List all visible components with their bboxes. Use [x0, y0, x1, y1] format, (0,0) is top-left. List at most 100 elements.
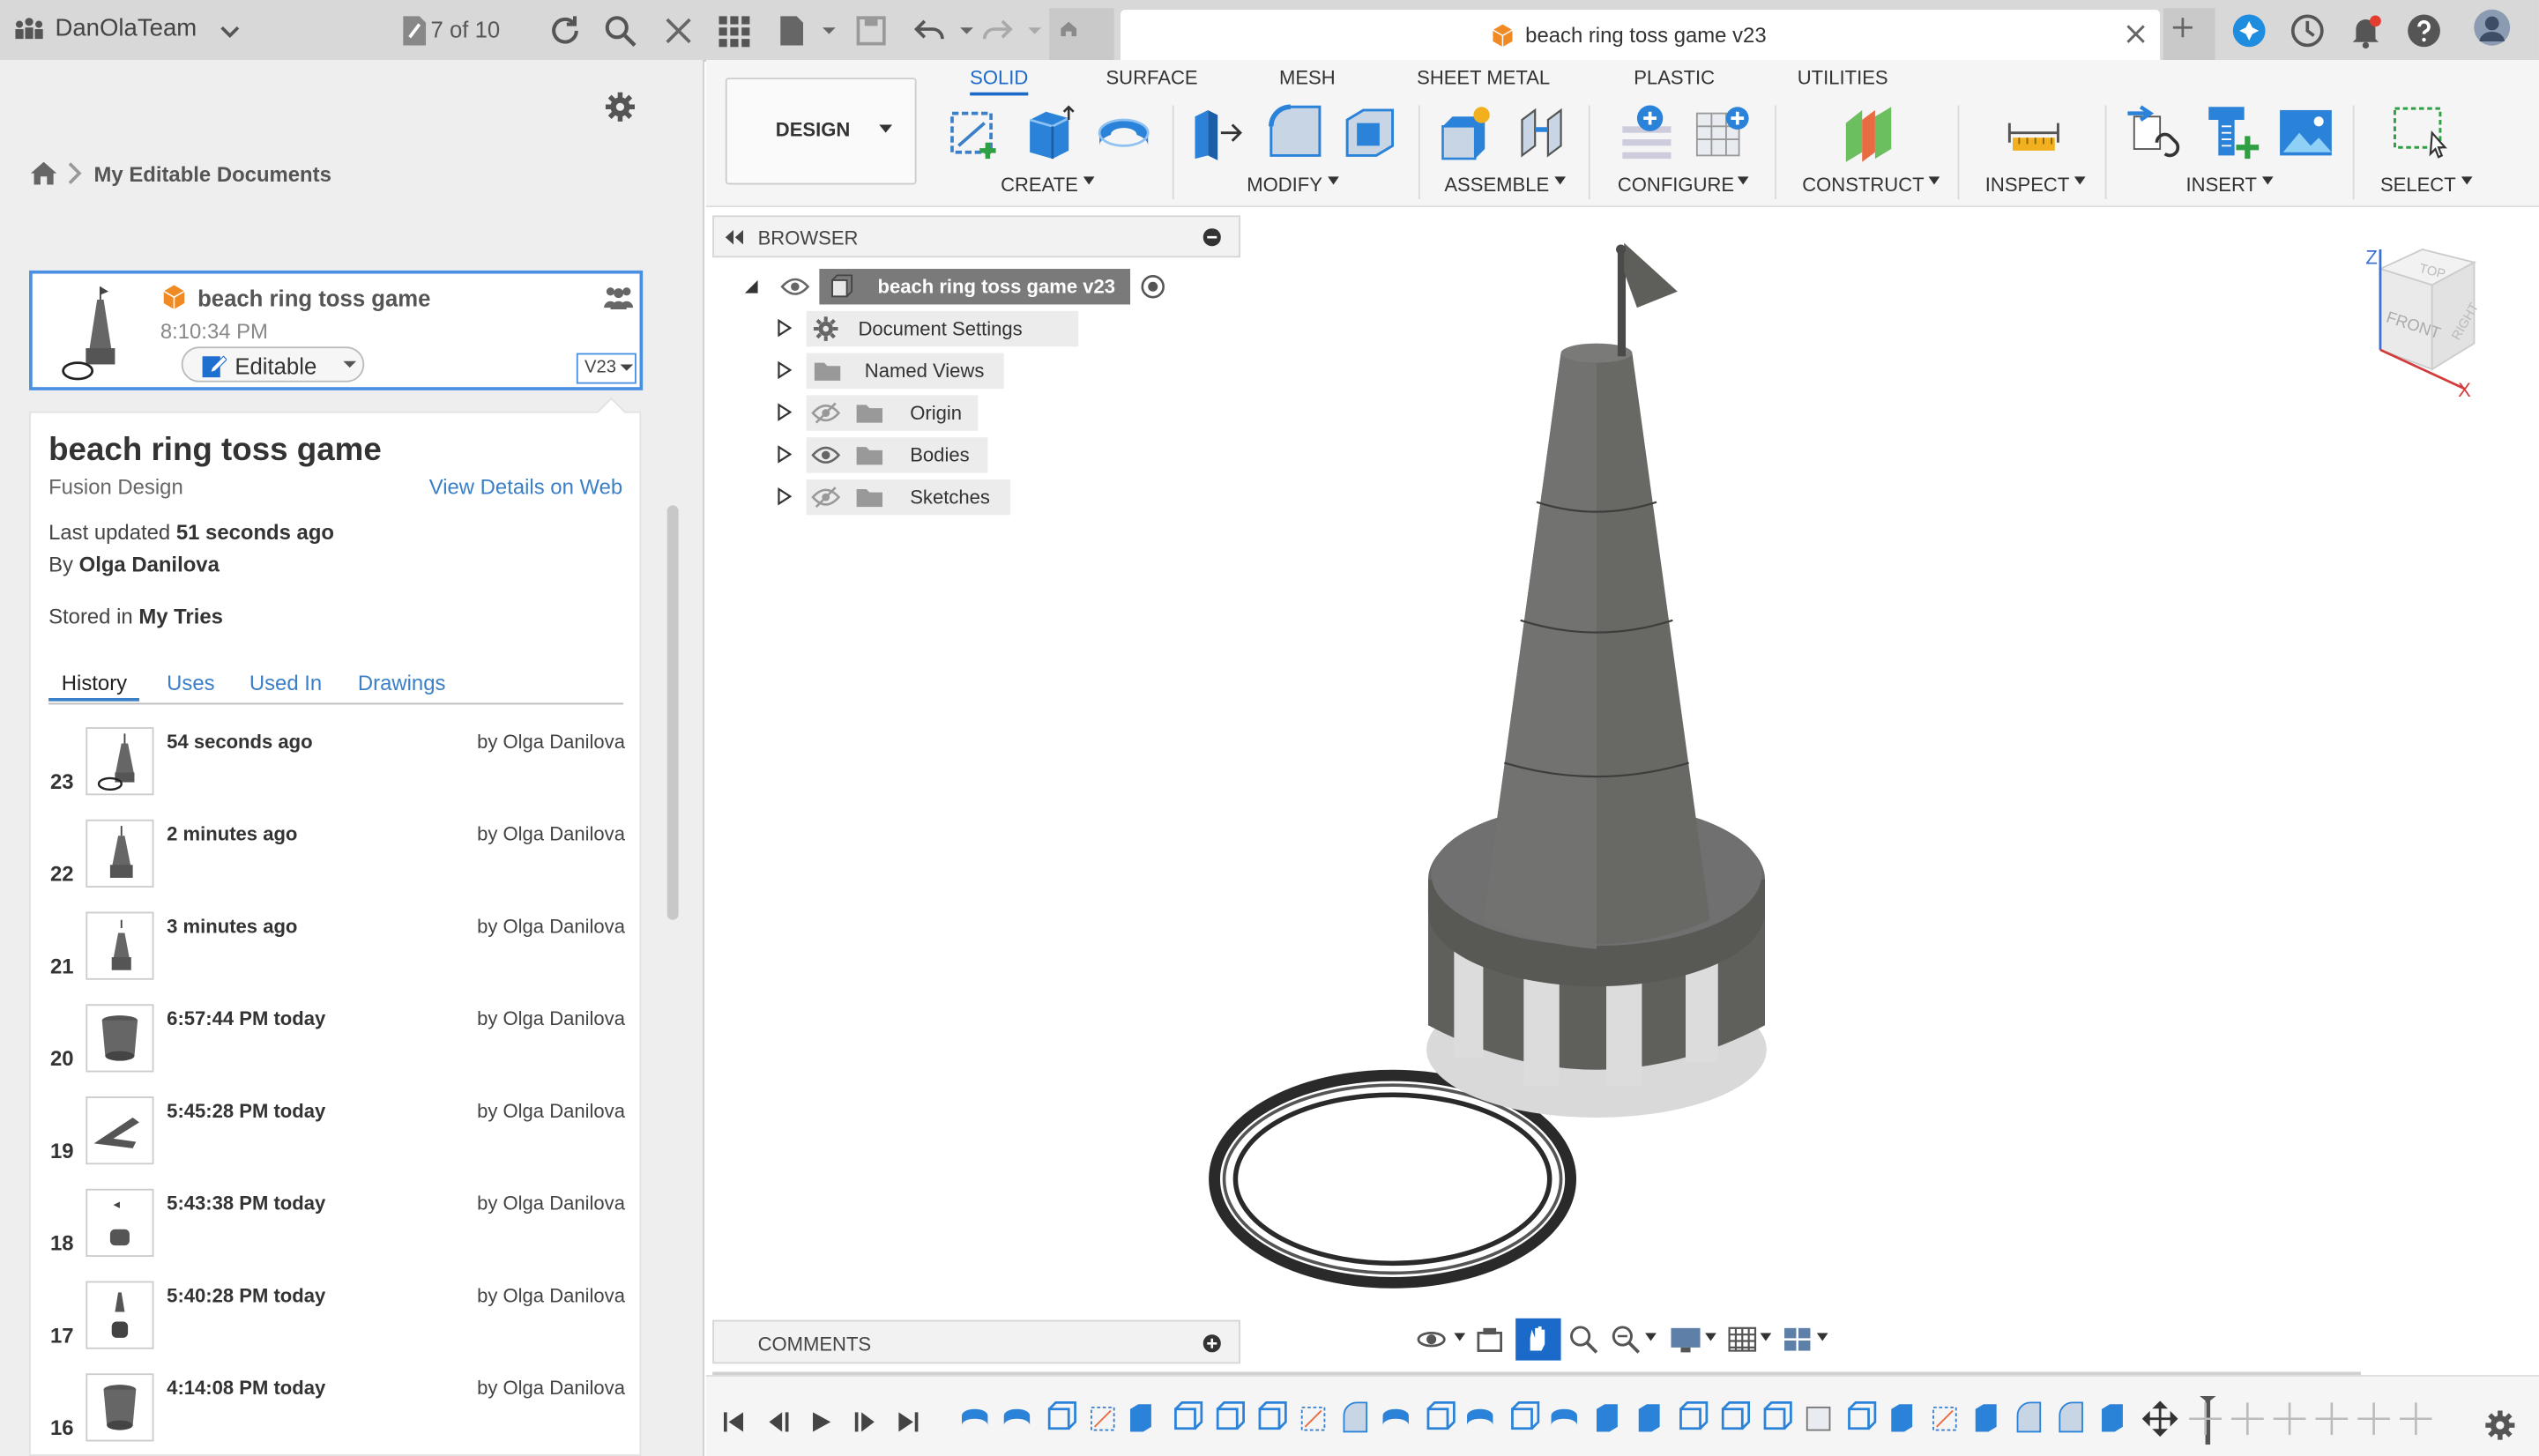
history-row[interactable]: 16 4:14:08 PM today by Olga Danilova [31, 1373, 643, 1456]
insert-derive-icon[interactable] [2125, 104, 2183, 162]
new-component-icon[interactable] [1436, 104, 1494, 162]
editable-dropdown[interactable]: Editable [181, 346, 365, 383]
app-grid-icon[interactable] [714, 11, 753, 50]
version-file-icon[interactable] [395, 11, 434, 50]
tab-solid[interactable]: SOLID [970, 66, 1029, 96]
tab-drawings[interactable]: Drawings [358, 671, 446, 695]
zoom-icon[interactable] [1567, 1323, 1600, 1356]
timeline-features[interactable] [958, 1396, 2432, 1445]
shell-icon[interactable] [1341, 104, 1399, 162]
document-card[interactable]: beach ring toss game 8:10:34 PM Editable… [29, 270, 644, 390]
visibility-eye-icon[interactable] [811, 444, 841, 467]
tree-collapse-icon[interactable] [743, 279, 759, 294]
search-icon[interactable] [600, 11, 639, 50]
step-back-icon[interactable] [768, 1409, 791, 1435]
viewports-icon[interactable] [1781, 1323, 1813, 1356]
team-name[interactable]: DanOlaTeam [55, 15, 197, 42]
pan-icon[interactable] [1515, 1318, 1561, 1361]
job-status-icon[interactable] [2288, 11, 2327, 50]
tree-expand-icon[interactable] [778, 360, 793, 379]
notifications-icon[interactable] [2346, 11, 2385, 50]
stored-in-value[interactable]: My Tries [138, 604, 223, 628]
tab-utilities[interactable]: UTILITIES [1798, 66, 1888, 89]
assemble-menu[interactable]: ASSEMBLE [1444, 174, 1549, 197]
new-tab-icon[interactable] [2163, 8, 2215, 60]
gear-icon[interactable] [604, 91, 637, 123]
save-icon[interactable] [852, 11, 890, 50]
version-select[interactable]: V23 [576, 353, 637, 384]
browser-minimize-icon[interactable] [1202, 228, 1221, 247]
press-pull-icon[interactable] [1188, 104, 1247, 162]
caret-down-icon[interactable] [1454, 1333, 1466, 1342]
step-forward-icon[interactable] [853, 1409, 876, 1435]
create-menu[interactable]: CREATE [1001, 174, 1078, 197]
extrude-icon[interactable] [1020, 104, 1078, 162]
configure-menu[interactable]: CONFIGURE [1618, 174, 1734, 197]
tree-expand-icon[interactable] [778, 445, 793, 464]
help-icon[interactable] [2404, 11, 2443, 50]
play-icon[interactable] [809, 1409, 832, 1435]
configure-icon[interactable] [1618, 104, 1676, 162]
home-tab[interactable] [1049, 8, 1114, 60]
select-icon[interactable] [2390, 104, 2448, 162]
revolve-icon[interactable] [1095, 104, 1153, 162]
caret-down-icon[interactable] [1760, 1333, 1772, 1342]
add-comment-icon[interactable] [1202, 1334, 1221, 1353]
modify-menu[interactable]: MODIFY [1247, 174, 1322, 197]
go-to-start-icon[interactable] [722, 1409, 745, 1435]
team-grid-icon[interactable] [10, 11, 48, 50]
close-icon[interactable] [659, 11, 698, 50]
caret-down-icon[interactable] [1645, 1333, 1657, 1342]
redo-dropdown-icon[interactable] [1016, 11, 1041, 50]
tree-expand-icon[interactable] [778, 319, 793, 338]
insert-menu[interactable]: INSERT [2186, 174, 2257, 197]
tab-uses[interactable]: Uses [167, 671, 214, 695]
user-avatar[interactable] [2473, 8, 2518, 53]
grid-settings-icon[interactable] [1726, 1323, 1759, 1356]
redo-icon[interactable] [978, 11, 1016, 50]
viewcube[interactable]: TOP FRONT RIGHT Z X [2357, 243, 2503, 405]
offset-plane-icon[interactable] [1839, 104, 1897, 162]
tab-used-in[interactable]: Used In [249, 671, 322, 695]
timeline-settings-gear-icon[interactable] [2483, 1409, 2516, 1442]
close-tab-icon[interactable] [2125, 23, 2148, 46]
fillet-icon[interactable] [1266, 104, 1324, 162]
look-at-icon[interactable] [1473, 1323, 1506, 1356]
tree-expand-icon[interactable] [778, 487, 793, 506]
extensions-icon[interactable] [2230, 11, 2268, 50]
refresh-icon[interactable] [546, 11, 584, 50]
joint-icon[interactable] [1512, 104, 1570, 162]
panel-scrollbar[interactable] [666, 505, 679, 920]
create-sketch-icon[interactable] [946, 104, 1004, 162]
measure-icon[interactable] [2005, 104, 2063, 162]
caret-down-icon[interactable] [1705, 1333, 1716, 1342]
collapse-browser-icon[interactable] [724, 229, 744, 245]
workspace-switcher[interactable]: DESIGN [725, 78, 917, 185]
tab-mesh[interactable]: MESH [1279, 66, 1336, 89]
tab-history[interactable]: History [48, 671, 140, 702]
shared-users-icon[interactable] [602, 285, 635, 310]
tree-expand-icon[interactable] [778, 403, 793, 421]
display-settings-icon[interactable] [1668, 1323, 1703, 1356]
construct-menu[interactable]: CONSTRUCT [1802, 174, 1924, 197]
home-icon[interactable] [29, 159, 58, 188]
comments-panel[interactable]: COMMENTS [712, 1319, 1240, 1364]
hidden-eye-icon[interactable] [811, 402, 841, 425]
select-menu[interactable]: SELECT [2380, 174, 2456, 197]
orbit-icon[interactable] [1415, 1323, 1448, 1356]
document-tab[interactable]: beach ring toss game v23 [1120, 10, 2161, 60]
inspect-menu[interactable]: INSPECT [1985, 174, 2070, 197]
file-menu-icon[interactable] [774, 11, 813, 50]
tab-sheet-metal[interactable]: SHEET METAL [1417, 66, 1550, 89]
file-dropdown-icon[interactable] [809, 11, 836, 50]
insert-canvas-icon[interactable] [2276, 104, 2334, 162]
breadcrumb[interactable]: My Editable Documents [94, 162, 331, 187]
undo-dropdown-icon[interactable] [947, 11, 973, 50]
go-to-end-icon[interactable] [897, 1409, 920, 1435]
chevron-down-icon[interactable] [211, 13, 240, 52]
activate-radio-icon[interactable] [1140, 274, 1165, 300]
fit-icon[interactable] [1610, 1323, 1642, 1356]
configuration-table-icon[interactable] [1694, 104, 1752, 162]
insert-mcmaster-icon[interactable] [2202, 104, 2260, 162]
hidden-eye-icon[interactable] [811, 486, 841, 509]
